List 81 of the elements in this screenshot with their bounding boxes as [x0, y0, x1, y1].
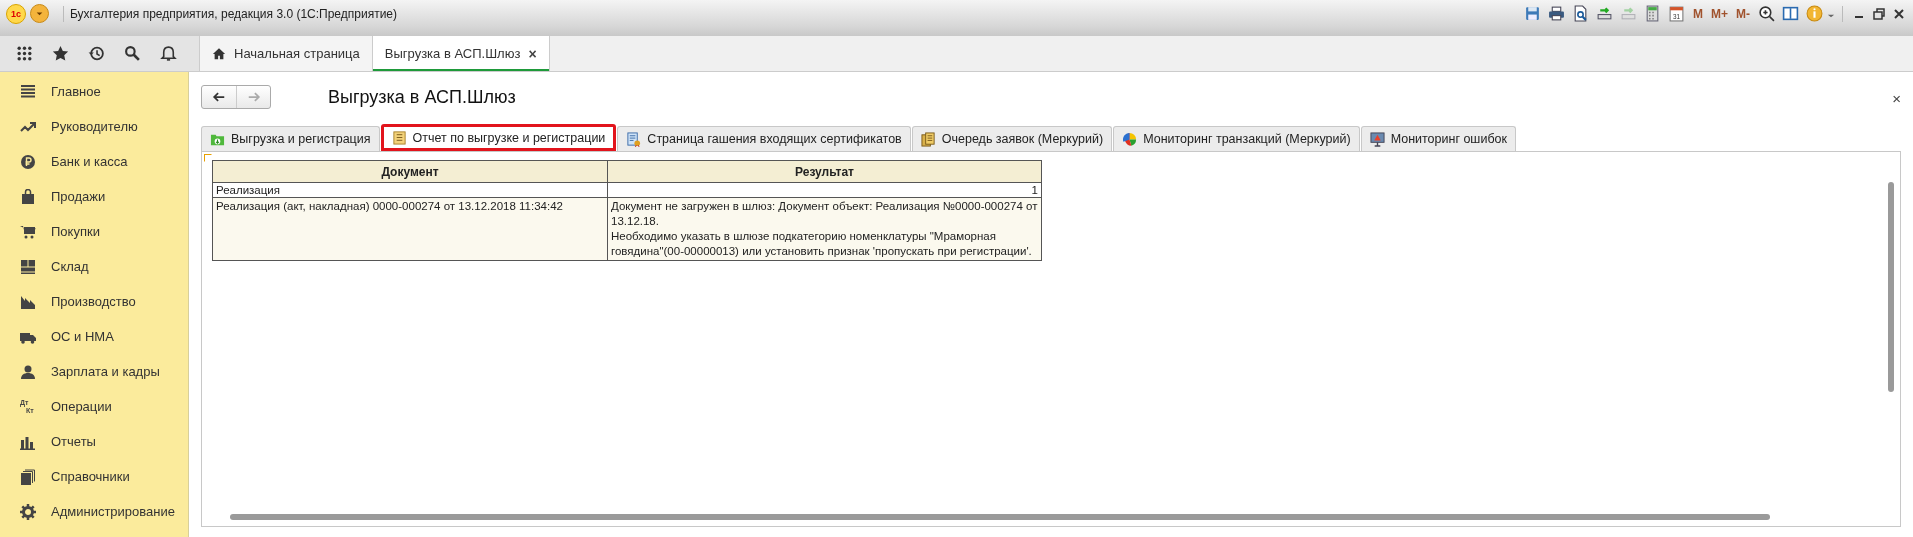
sidebar-item[interactable]: Руководителю [0, 109, 188, 144]
sidebar-label: Производство [51, 294, 136, 309]
transfer-icon[interactable] [1596, 5, 1614, 22]
tab-label: Отчет по выгрузке и регистрации [412, 130, 606, 145]
app-logo: 1с [6, 3, 26, 24]
printer-icon[interactable] [1548, 5, 1566, 22]
sidebar-item[interactable]: Производство [0, 284, 188, 319]
open-tab[interactable]: Начальная страница [200, 36, 373, 71]
table-cell: Реализация (акт, накладная) 0000-000274 от 13.12.2018 11:34:42 [212, 197, 608, 261]
history-icon[interactable] [87, 45, 105, 62]
sidebar-item[interactable]: Покупки [0, 214, 188, 249]
close-tab-button[interactable]: × [528, 45, 537, 62]
sidebar-label: Главное [51, 84, 101, 99]
memory-button[interactable]: M- [1732, 2, 1754, 25]
form-tab[interactable]: Выгрузка и регистрация [201, 126, 380, 151]
tab-label: Мониторинг ошибок [1390, 132, 1507, 146]
list-icon [20, 83, 36, 100]
sidebar-item[interactable]: Банк и касса [0, 144, 188, 179]
panels-icon[interactable] [1781, 5, 1799, 22]
star-icon[interactable] [51, 45, 69, 62]
sidebar-item[interactable]: Справочники [0, 459, 188, 494]
memory-button[interactable]: M+ [1707, 2, 1732, 25]
sidebar-label: Зарплата и кадры [51, 364, 160, 379]
certificate-icon [626, 131, 642, 147]
cart-icon [20, 223, 36, 240]
memory-button[interactable]: M [1689, 2, 1707, 25]
open-tab[interactable]: Выгрузка в АСП.Шлюз × [372, 36, 550, 71]
home-icon [212, 46, 226, 61]
sidebar-label: Отчеты [51, 434, 96, 449]
save-icon[interactable] [1524, 5, 1542, 22]
tab-label: Выгрузка в АСП.Шлюз [384, 46, 521, 61]
person-icon [20, 363, 36, 380]
sidebar-item[interactable]: Зарплата и кадры [0, 354, 188, 389]
monitor-warning-icon [1369, 131, 1385, 147]
sidebar-label: Банк и касса [51, 154, 128, 169]
tab-label: Очередь заявок (Меркурий) [941, 132, 1104, 146]
column-header: Документ [212, 160, 608, 183]
close-form-button[interactable]: × [1892, 90, 1901, 107]
sidebar-item[interactable]: Главное [0, 74, 188, 109]
form-tab[interactable]: Страница гашения входящих сертификатов [617, 126, 911, 151]
form-tab[interactable]: Мониторинг ошибок [1360, 126, 1516, 151]
sidebar-item[interactable]: Склад [0, 249, 188, 284]
menu-button[interactable] [30, 4, 49, 23]
sidebar-label: Операции [51, 399, 112, 414]
caret-icon [35, 9, 44, 18]
form-tab[interactable]: Отчет по выгрузке и регистрации [380, 124, 617, 151]
table-cell: Документ не загружен в шлюз: Документ объект: Реализация №0000-000274 от 13.12.18. Необходимо указать в шлюзе подкатегорию номенклатуры "Мраморная говядина"(00-00000013) или установить признак 'пропускать при регистрации'. [607, 197, 1042, 261]
sidebar-label: Покупки [51, 224, 100, 239]
search-icon[interactable] [123, 45, 141, 62]
apps-grid-icon[interactable] [15, 45, 33, 62]
sidebar-label: ОС и НМА [51, 329, 114, 344]
sidebar-label: Продажи [51, 189, 106, 204]
tab-label: Страница гашения входящих сертификатов [647, 132, 902, 146]
back-arrow-icon [212, 90, 226, 104]
forward-arrow-icon [246, 90, 261, 104]
form-title: Выгрузка в АСП.Шлюз [328, 86, 516, 108]
tab-label: Мониторинг транзакций (Меркурий) [1143, 132, 1351, 146]
sidebar-item[interactable]: Отчеты [0, 424, 188, 459]
tab-label: Начальная страница [234, 46, 360, 61]
documents-icon [920, 131, 936, 147]
sidebar-label: Справочники [51, 469, 130, 484]
sidebar-label: Руководителю [51, 119, 138, 134]
sidebar-item[interactable]: Продажи [0, 179, 188, 214]
sidebar-label: Склад [51, 259, 89, 274]
sidebar-item[interactable]: Администрирование [0, 494, 188, 529]
report-icon [391, 130, 407, 145]
form-tab[interactable]: Очередь заявок (Меркурий) [911, 126, 1113, 151]
tab-label: Выгрузка и регистрация [231, 132, 371, 146]
bell-icon[interactable] [159, 45, 177, 62]
window-title: Бухгалтерия предприятия, редакция 3.0 (1С:Предприятие) [70, 6, 399, 21]
sidebar-label: Администрирование [51, 504, 175, 519]
gear-icon [20, 503, 36, 520]
form-tab[interactable]: Мониторинг транзакций (Меркурий) [1113, 126, 1360, 151]
column-header: Результат [607, 160, 1042, 183]
zoom-in-icon[interactable] [1757, 5, 1775, 22]
bag-icon [20, 188, 36, 205]
ruble-icon [20, 153, 36, 170]
blocks-icon [20, 258, 36, 275]
pie-chart-icon [1122, 131, 1138, 147]
books-icon [20, 468, 36, 485]
sidebar-item[interactable]: ОС и НМА [0, 319, 188, 354]
